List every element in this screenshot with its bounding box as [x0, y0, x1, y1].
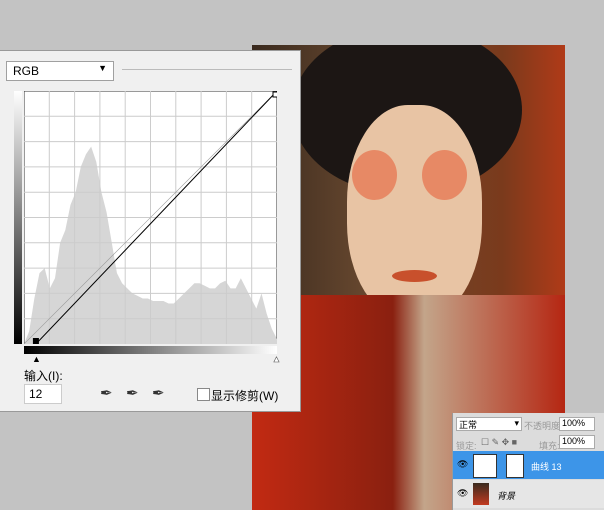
output-gradient [14, 91, 22, 344]
show-clipping-label: 显示修剪(W) [211, 389, 279, 403]
input-label: 输入(I): [24, 369, 63, 383]
curve-point [272, 91, 277, 98]
blend-mode-value: 正常 [459, 420, 478, 430]
channel-select[interactable]: RGB ▼ [6, 61, 114, 81]
opacity-label: 不透明度: [524, 421, 563, 431]
fill-field[interactable]: 100% [559, 435, 595, 449]
gray-eyedropper-icon[interactable]: ✒ [126, 384, 139, 402]
layer-row-curves[interactable]: 👁 曲线 13 [453, 451, 604, 479]
white-point-slider[interactable]: ▲ [272, 354, 282, 365]
layers-panel: 正常 ▾ 不透明度: 100% 锁定: ☐ ✎ ✥ ■ 填充: 100% 👁 曲线… [452, 413, 604, 510]
channel-value: RGB [13, 64, 40, 78]
layer-name: 曲线 13 [531, 462, 562, 472]
layer-row-background[interactable]: 👁 背景 [453, 480, 604, 508]
white-eyedropper-icon[interactable]: ✒ [152, 384, 165, 402]
curves-adjustment-icon [473, 454, 497, 478]
show-clipping-checkbox[interactable] [197, 388, 210, 401]
curve-graph[interactable] [24, 91, 277, 344]
eye-icon[interactable]: 👁 [457, 459, 468, 470]
chevron-down-icon: ▼ [98, 63, 107, 73]
eye-icon[interactable]: 👁 [457, 488, 468, 499]
opacity-field[interactable]: 100% [559, 417, 595, 431]
input-field[interactable]: 12 [24, 384, 62, 404]
lock-icons[interactable]: ☐ ✎ ✥ ■ [481, 437, 517, 448]
curves-dialog: RGB ▼ ▲ ▲ 输入(I): 12 ✒ ✒ ✒ 显示修剪(W) [0, 50, 301, 412]
divider [122, 69, 292, 70]
input-gradient [24, 346, 277, 354]
black-eyedropper-icon[interactable]: ✒ [100, 384, 113, 402]
chevron-down-icon: ▾ [514, 418, 519, 428]
layer-mask-thumbnail [506, 454, 524, 478]
blend-mode-select[interactable]: 正常 ▾ [456, 417, 522, 431]
layer-thumbnail [473, 483, 489, 505]
curve-point [32, 338, 39, 344]
layer-name: 背景 [497, 491, 516, 501]
black-point-slider[interactable]: ▲ [32, 354, 41, 364]
